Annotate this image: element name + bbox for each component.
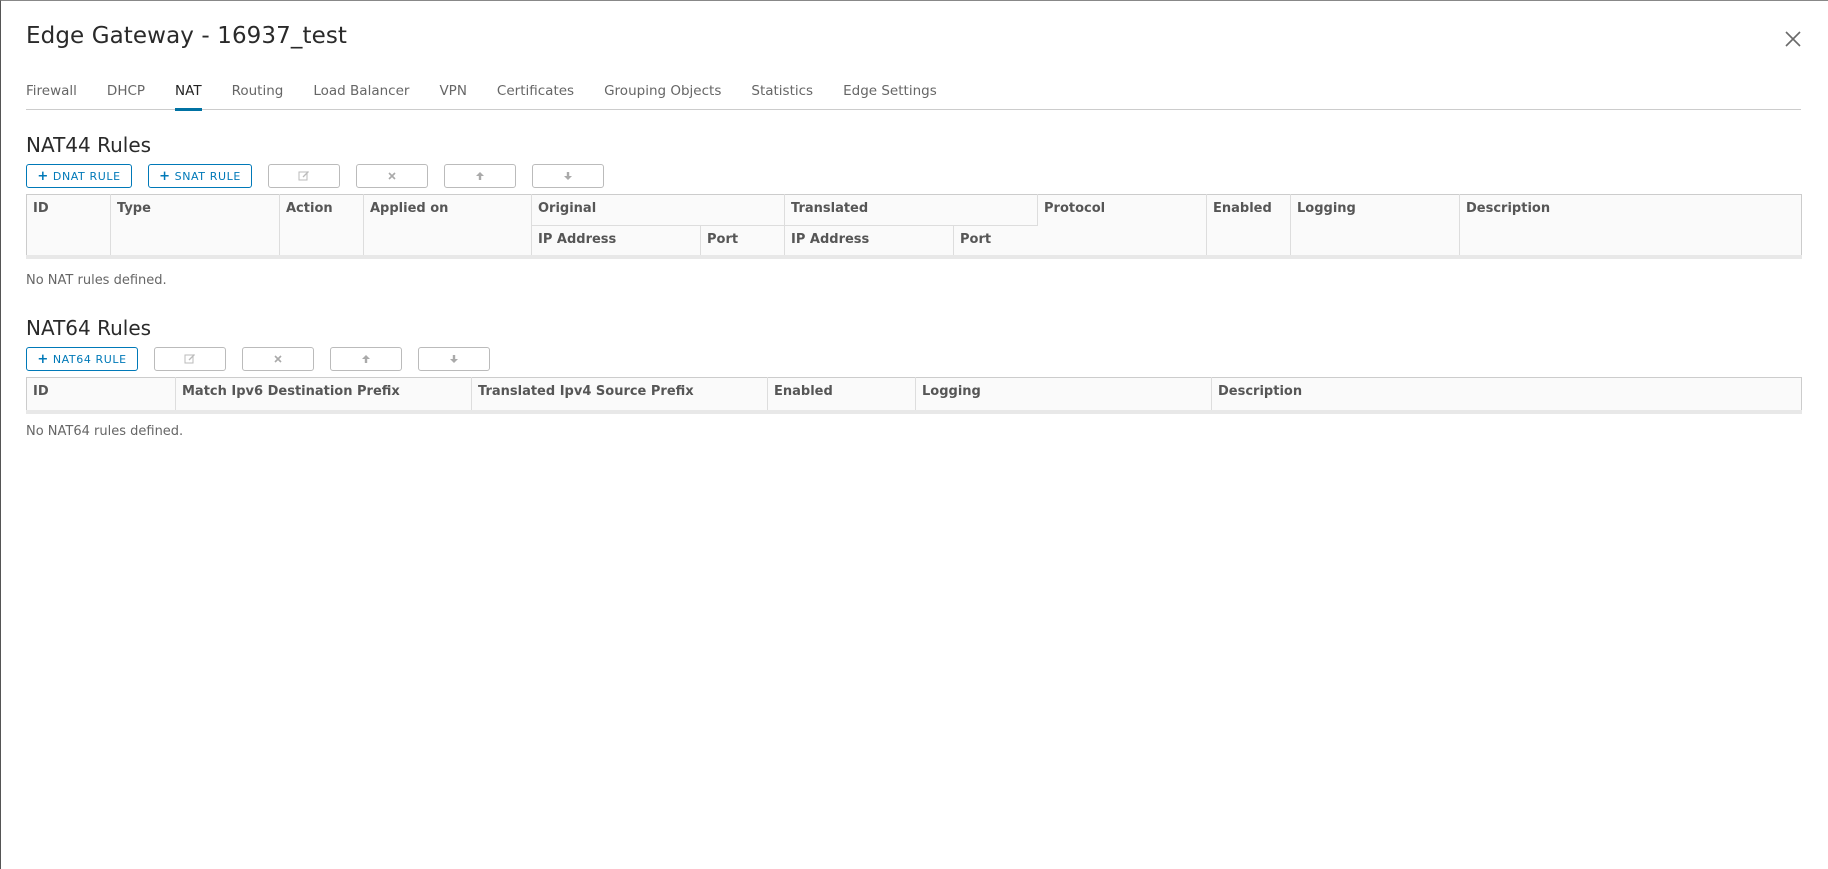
tab-dhcp[interactable]: DHCP bbox=[107, 75, 145, 110]
add-dnat-rule-button[interactable]: + DNAT RULE bbox=[26, 164, 132, 188]
col-original: Original bbox=[531, 194, 785, 226]
close-icon[interactable] bbox=[1781, 27, 1805, 51]
tab-bar: Firewall DHCP NAT Routing Load Balancer … bbox=[26, 75, 1801, 111]
nat44-title: NAT44 Rules bbox=[26, 133, 152, 157]
col-enabled: Enabled bbox=[1206, 194, 1291, 259]
edit-nat64-rule-button[interactable] bbox=[154, 347, 226, 371]
tab-nat[interactable]: NAT bbox=[175, 75, 202, 111]
nat44-toolbar: + DNAT RULE + SNAT RULE bbox=[26, 164, 620, 188]
nat64-empty-message: No NAT64 rules defined. bbox=[26, 424, 184, 439]
edge-gateway-dialog: Edge Gateway - 16937_test Firewall DHCP … bbox=[0, 0, 1828, 869]
add-dnat-rule-label: DNAT RULE bbox=[52, 169, 121, 183]
move-up-button[interactable] bbox=[444, 164, 516, 188]
nat64-title: NAT64 Rules bbox=[26, 316, 152, 340]
col-original-ip: IP Address bbox=[531, 225, 701, 259]
nat44-rules-table: ID Type Action Applied on Original Trans… bbox=[26, 194, 1802, 259]
move-down-nat64-button[interactable] bbox=[418, 347, 490, 371]
edit-icon bbox=[298, 171, 309, 181]
delete-nat64-rule-button[interactable] bbox=[242, 347, 314, 371]
col-translated-ipv4-prefix: Translated Ipv4 Source Prefix bbox=[471, 377, 768, 414]
col-logging: Logging bbox=[1290, 194, 1460, 259]
dialog-title: Edge Gateway - 16937_test bbox=[26, 23, 348, 49]
add-nat64-rule-label: NAT64 RULE bbox=[52, 352, 127, 366]
plus-icon: + bbox=[37, 168, 49, 184]
delete-rule-button[interactable] bbox=[356, 164, 428, 188]
delete-icon bbox=[274, 355, 282, 363]
move-down-button[interactable] bbox=[532, 164, 604, 188]
tab-firewall[interactable]: Firewall bbox=[26, 75, 77, 110]
col-type: Type bbox=[110, 194, 280, 259]
plus-icon: + bbox=[159, 168, 171, 184]
plus-icon: + bbox=[37, 351, 49, 367]
col-id: ID bbox=[26, 194, 111, 259]
col-original-port: Port bbox=[700, 225, 785, 259]
col-protocol: Protocol bbox=[1037, 194, 1207, 259]
col-logging: Logging bbox=[915, 377, 1212, 414]
col-translated-ip: IP Address bbox=[784, 225, 954, 259]
col-description: Description bbox=[1211, 377, 1802, 414]
edit-icon bbox=[184, 354, 195, 364]
add-snat-rule-button[interactable]: + SNAT RULE bbox=[148, 164, 252, 188]
add-snat-rule-label: SNAT RULE bbox=[174, 169, 241, 183]
tab-statistics[interactable]: Statistics bbox=[751, 75, 813, 110]
tab-certificates[interactable]: Certificates bbox=[497, 75, 574, 110]
tab-edge-settings[interactable]: Edge Settings bbox=[843, 75, 937, 110]
arrow-up-icon bbox=[362, 355, 370, 363]
col-enabled: Enabled bbox=[767, 377, 916, 414]
add-nat64-rule-button[interactable]: + NAT64 RULE bbox=[26, 347, 138, 371]
col-action: Action bbox=[279, 194, 364, 259]
edit-rule-button[interactable] bbox=[268, 164, 340, 188]
delete-icon bbox=[388, 172, 396, 180]
col-translated: Translated bbox=[784, 194, 1038, 226]
col-translated-port: Port bbox=[953, 225, 1038, 259]
move-up-nat64-button[interactable] bbox=[330, 347, 402, 371]
nat44-empty-message: No NAT rules defined. bbox=[26, 273, 167, 288]
col-match-ipv6-prefix: Match Ipv6 Destination Prefix bbox=[175, 377, 472, 414]
arrow-down-icon bbox=[564, 172, 572, 180]
arrow-up-icon bbox=[476, 172, 484, 180]
tab-vpn[interactable]: VPN bbox=[439, 75, 466, 110]
tab-grouping-objects[interactable]: Grouping Objects bbox=[604, 75, 721, 110]
nat64-toolbar: + NAT64 RULE bbox=[26, 347, 506, 371]
arrow-down-icon bbox=[450, 355, 458, 363]
tab-routing[interactable]: Routing bbox=[232, 75, 284, 110]
tab-load-balancer[interactable]: Load Balancer bbox=[313, 75, 409, 110]
col-applied-on: Applied on bbox=[363, 194, 532, 259]
col-id: ID bbox=[26, 377, 176, 414]
nat64-rules-table: ID Match Ipv6 Destination Prefix Transla… bbox=[26, 377, 1802, 414]
col-description: Description bbox=[1459, 194, 1802, 259]
